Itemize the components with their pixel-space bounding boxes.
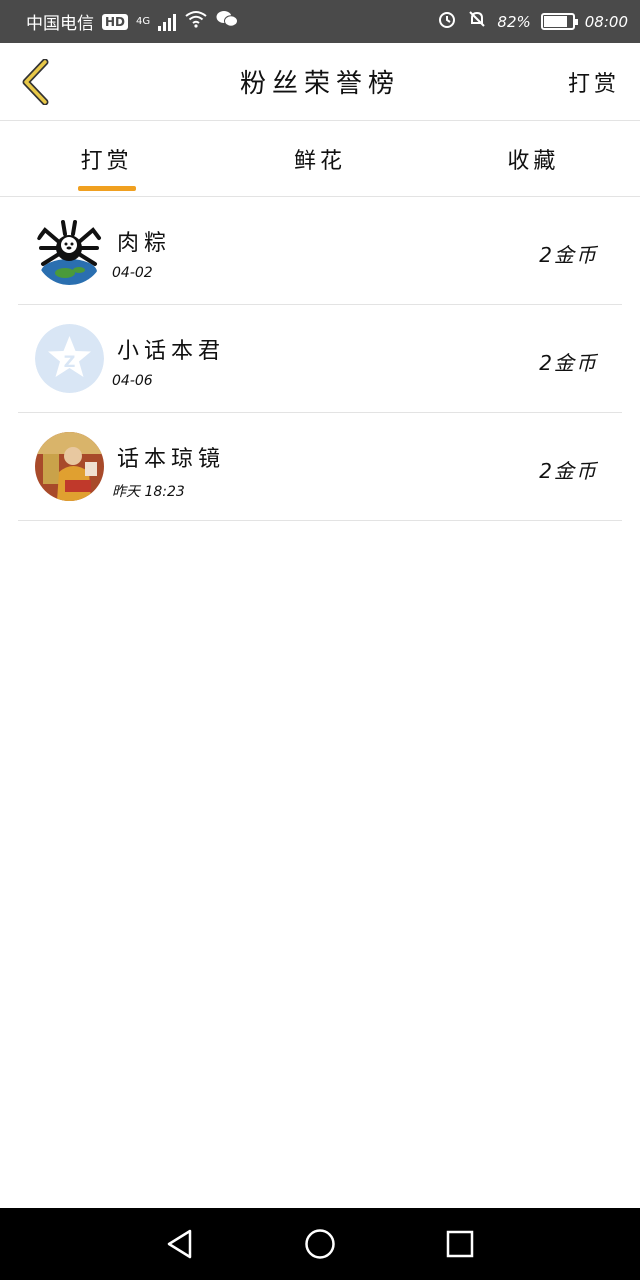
item-amount: 2金币 bbox=[539, 351, 598, 375]
tab-flowers[interactable]: 鲜花 bbox=[213, 121, 426, 196]
header: 粉丝荣誉榜 打赏 bbox=[0, 43, 640, 121]
list-item[interactable]: Z 小话本君 04-06 2金币 bbox=[18, 305, 622, 413]
system-nav-bar bbox=[0, 1208, 640, 1280]
item-time: 04-06 bbox=[112, 373, 153, 389]
status-left: 中国电信 HD 4G bbox=[26, 9, 239, 34]
tab-active-indicator bbox=[77, 186, 136, 191]
list-item[interactable]: 肉粽 04-02 2金币 bbox=[18, 197, 622, 305]
item-amount: 2金币 bbox=[539, 459, 598, 483]
item-name: 小话本君 bbox=[117, 339, 226, 364]
circle-home-icon bbox=[305, 1229, 335, 1259]
nav-home-button[interactable] bbox=[300, 1224, 340, 1264]
fan-list: 肉粽 04-02 2金币 Z 小话本君 04-06 2金币 话本琼镜 昨天 18… bbox=[18, 197, 622, 521]
monk-photo-avatar-icon bbox=[35, 432, 104, 501]
tab-reward[interactable]: 打赏 bbox=[0, 121, 213, 196]
item-name: 话本琼镜 bbox=[117, 447, 226, 472]
tab-bar: 打赏 鲜花 收藏 bbox=[0, 121, 640, 197]
reward-button[interactable]: 打赏 bbox=[568, 43, 620, 120]
spider-bear-earth-icon bbox=[35, 216, 104, 285]
status-right: 82% 08:00 bbox=[437, 9, 628, 34]
clock: 08:00 bbox=[584, 12, 628, 31]
tab-favorites[interactable]: 收藏 bbox=[427, 121, 640, 196]
nav-recents-button[interactable] bbox=[440, 1224, 480, 1264]
status-bar: 中国电信 HD 4G 82% 08:00 bbox=[0, 0, 640, 43]
item-time: 04-02 bbox=[112, 265, 153, 281]
item-amount: 2金币 bbox=[539, 243, 598, 267]
network-label: 4G bbox=[136, 16, 151, 27]
page-title: 粉丝荣誉榜 bbox=[239, 69, 400, 99]
battery-fill bbox=[543, 16, 567, 27]
carrier-label: 中国电信 bbox=[26, 14, 94, 34]
tab-label: 鲜花 bbox=[293, 148, 346, 174]
default-star-avatar-icon: Z bbox=[35, 324, 104, 393]
square-recents-icon bbox=[446, 1230, 474, 1258]
wifi-icon bbox=[184, 10, 208, 33]
alarm-icon bbox=[437, 9, 457, 34]
item-name: 肉粽 bbox=[117, 231, 172, 256]
nav-back-button[interactable] bbox=[160, 1224, 200, 1264]
triangle-back-icon bbox=[167, 1229, 192, 1259]
item-time: 昨天 18:23 bbox=[112, 484, 185, 500]
mute-bell-icon bbox=[467, 9, 487, 34]
hd-badge: HD bbox=[102, 13, 129, 30]
tab-label: 收藏 bbox=[507, 148, 560, 174]
signal-icon bbox=[158, 13, 177, 31]
list-item[interactable]: 话本琼镜 昨天 18:23 2金币 bbox=[18, 413, 622, 521]
tab-label: 打赏 bbox=[80, 148, 133, 174]
battery-percent: 82% bbox=[497, 12, 531, 31]
wechat-icon bbox=[216, 10, 239, 33]
svg-text:Z: Z bbox=[64, 352, 76, 371]
battery-icon bbox=[540, 13, 578, 30]
